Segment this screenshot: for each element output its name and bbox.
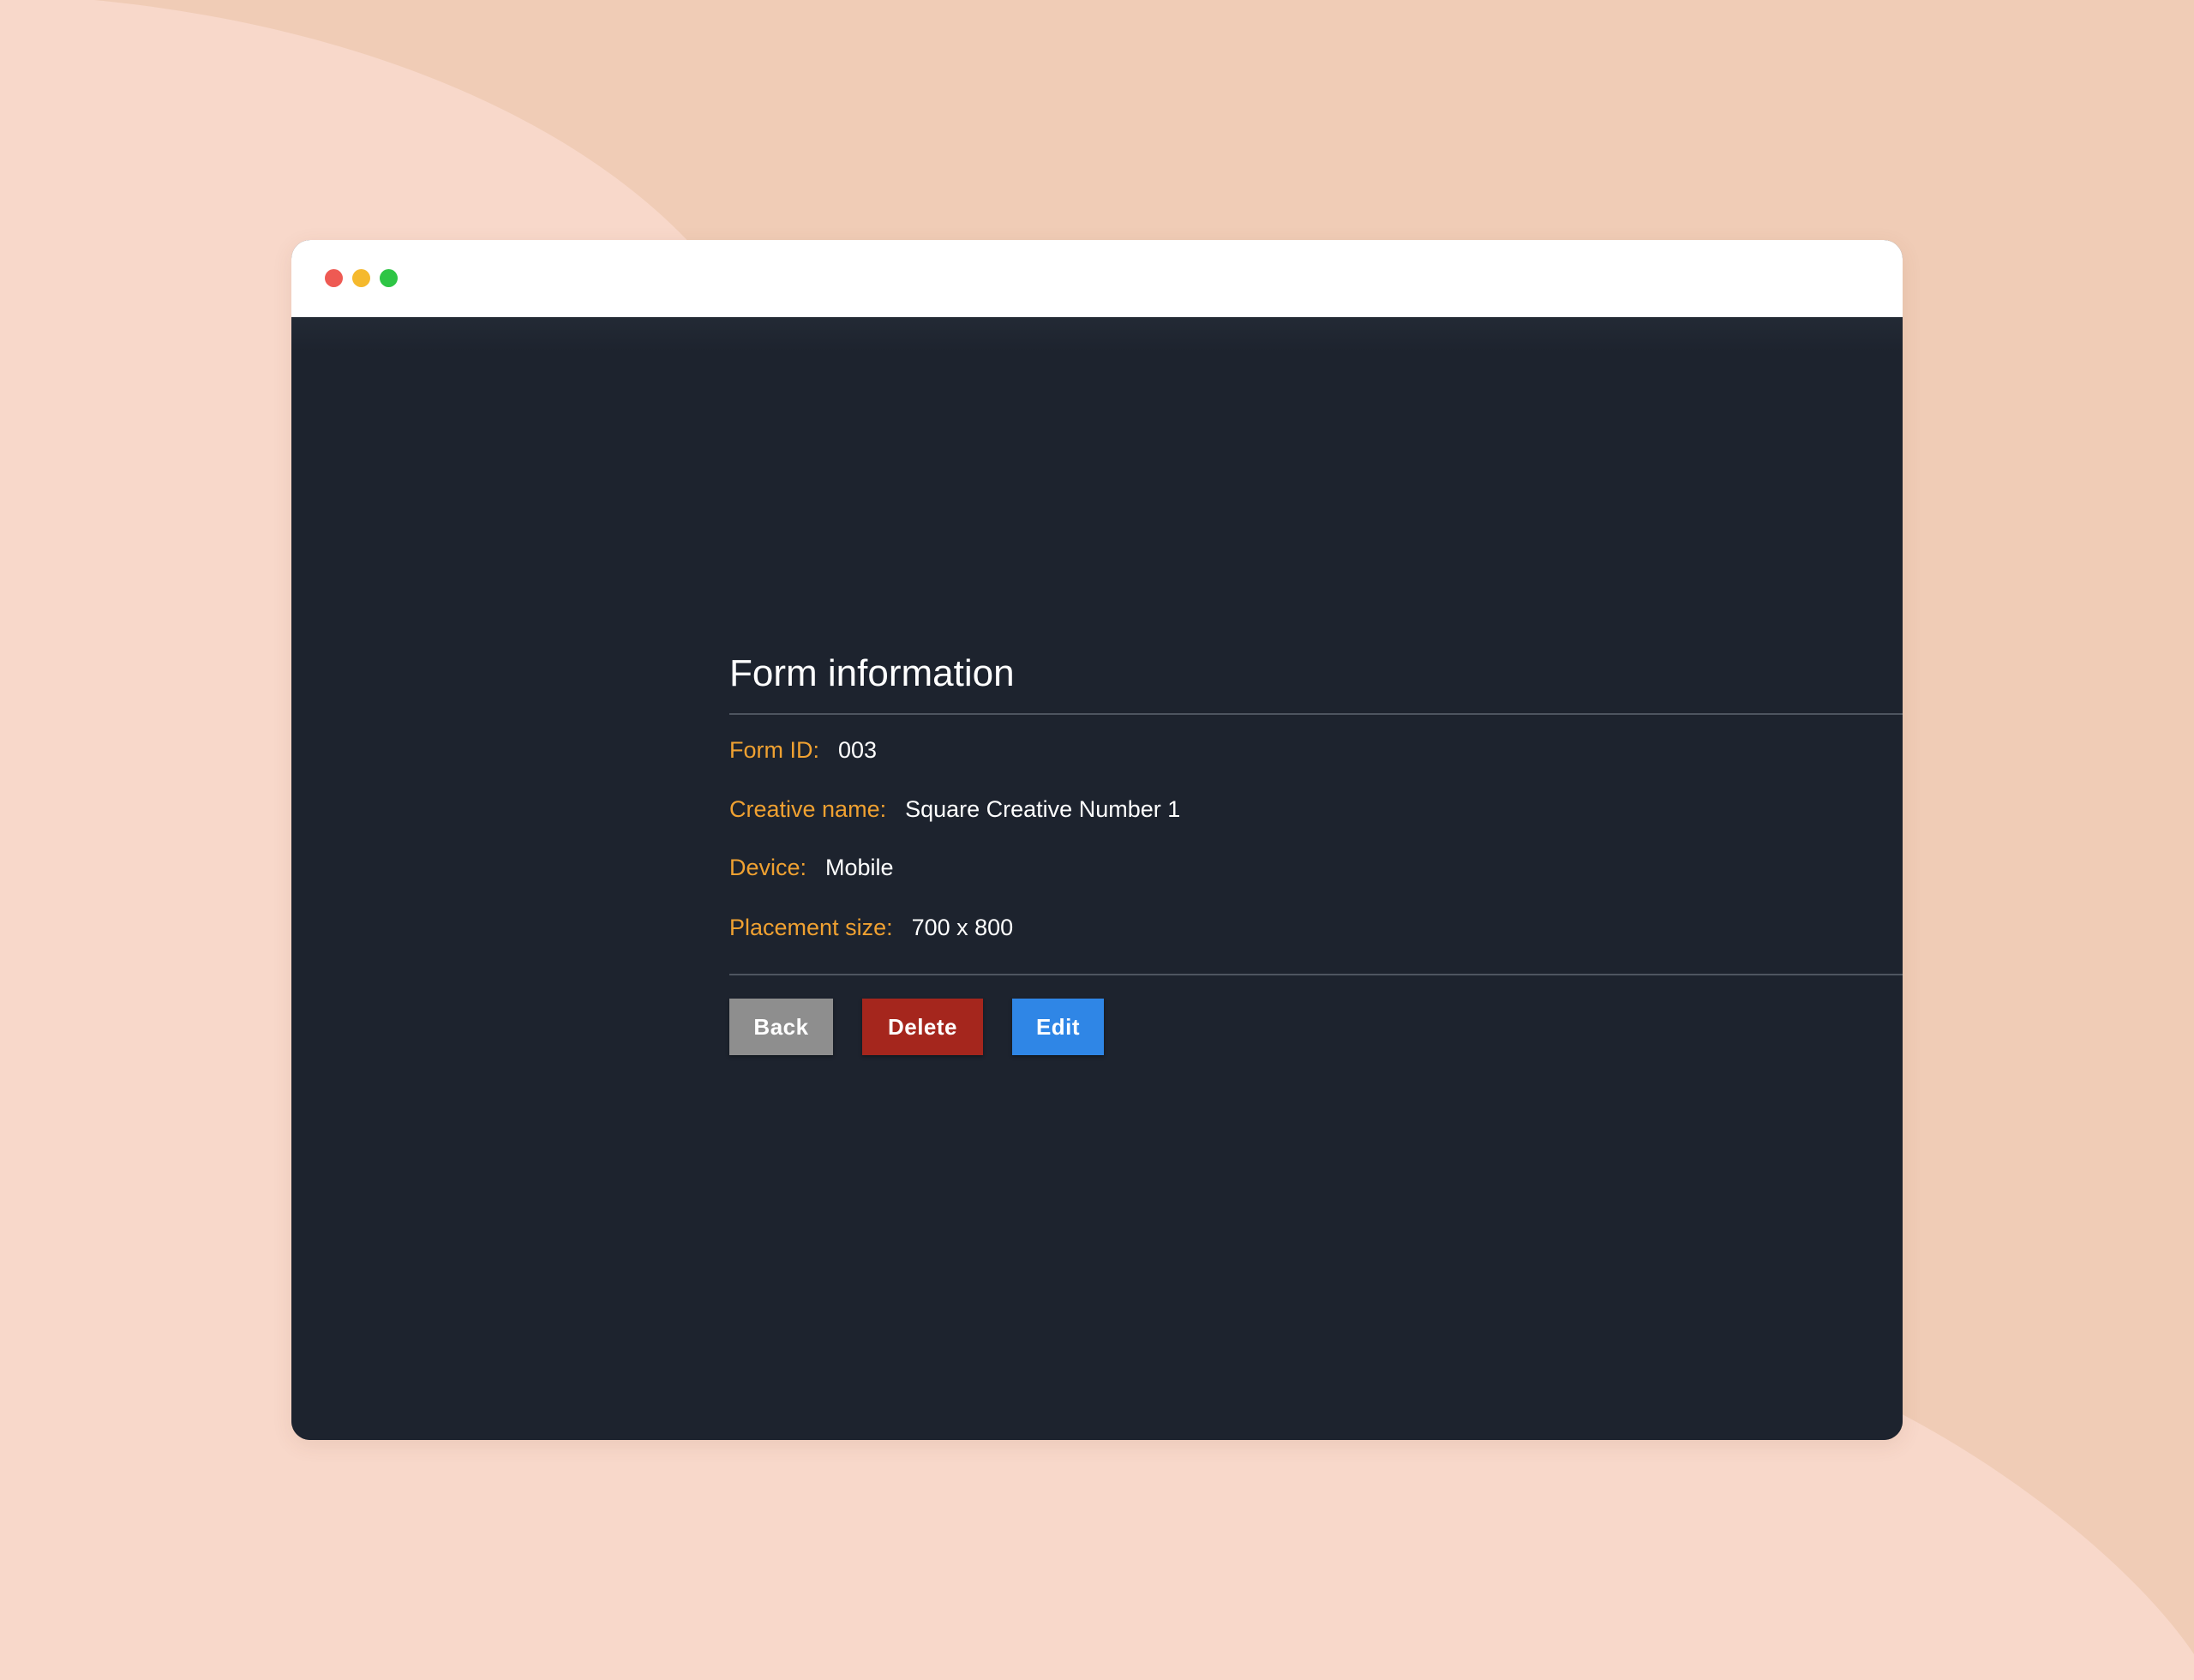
- title-divider: [729, 713, 1903, 715]
- window-titlebar: [291, 240, 1903, 317]
- field-label: Creative name:: [729, 796, 887, 822]
- field-label: Device:: [729, 855, 807, 880]
- maximize-dot[interactable]: [380, 269, 398, 287]
- minimize-dot[interactable]: [352, 269, 370, 287]
- back-button[interactable]: Back: [729, 999, 833, 1055]
- field-form-id: Form ID: 003: [729, 735, 877, 765]
- field-value: 700 x 800: [911, 915, 1014, 940]
- field-label: Form ID:: [729, 737, 819, 763]
- close-dot[interactable]: [325, 269, 343, 287]
- delete-button[interactable]: Delete: [862, 999, 983, 1055]
- field-label: Placement size:: [729, 915, 893, 940]
- edit-button[interactable]: Edit: [1012, 999, 1104, 1055]
- field-device: Device: Mobile: [729, 853, 894, 882]
- field-value: 003: [838, 737, 878, 763]
- field-value: Square Creative Number 1: [905, 796, 1181, 822]
- field-creative-name: Creative name: Square Creative Number 1: [729, 795, 1180, 824]
- form-card: Form information Form ID: 003 Creative na…: [729, 651, 1903, 1097]
- field-placement-size: Placement size: 700 x 800: [729, 913, 1013, 942]
- field-value: Mobile: [825, 855, 894, 880]
- actions-divider: [729, 974, 1903, 975]
- page-title: Form information: [729, 652, 1015, 694]
